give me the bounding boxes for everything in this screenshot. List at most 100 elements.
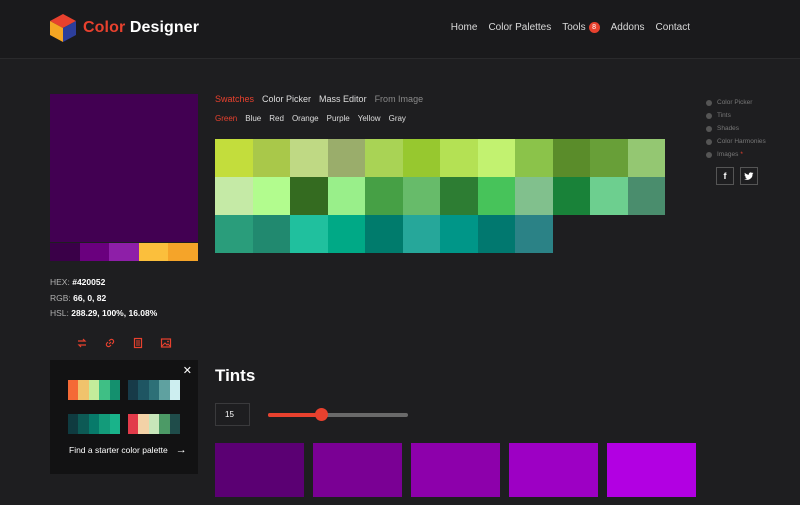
selected-shades-strip xyxy=(50,243,198,261)
selected-color-preview[interactable] xyxy=(50,94,198,242)
link-icon[interactable] xyxy=(104,336,116,348)
color-swatch[interactable] xyxy=(365,139,403,177)
tint-swatch[interactable] xyxy=(607,443,696,497)
section-label: Shades xyxy=(717,125,740,132)
palette-color xyxy=(138,414,149,434)
nav-color-palettes[interactable]: Color Palettes xyxy=(488,22,551,33)
site-header: Color Designer Home Color Palettes Tools… xyxy=(0,0,800,59)
subtab-purple[interactable]: Purple xyxy=(327,114,350,123)
color-swatch[interactable] xyxy=(290,177,328,215)
nav-tools[interactable]: Tools 8 xyxy=(562,22,600,33)
find-starter-palette-label: Find a starter color palette xyxy=(69,445,168,455)
color-swatch[interactable] xyxy=(290,215,328,253)
section-link-color-harmonies[interactable]: Color Harmonies xyxy=(706,135,766,148)
tints-slider[interactable] xyxy=(268,408,408,421)
swap-icon[interactable] xyxy=(76,336,88,348)
cube-logo-icon xyxy=(50,14,76,42)
subtab-gray[interactable]: Gray xyxy=(389,114,406,123)
tint-swatch[interactable] xyxy=(509,443,598,497)
starter-palette-2[interactable] xyxy=(128,380,181,400)
color-swatch[interactable] xyxy=(365,177,403,215)
color-swatch[interactable] xyxy=(365,215,403,253)
subtab-red[interactable]: Red xyxy=(269,114,284,123)
document-icon[interactable] xyxy=(132,336,144,349)
close-icon[interactable]: ✕ xyxy=(183,364,192,377)
color-swatch[interactable] xyxy=(627,139,665,177)
color-swatch[interactable] xyxy=(440,215,478,253)
palette-color xyxy=(99,380,110,400)
palette-color xyxy=(159,380,170,400)
tints-count-input[interactable] xyxy=(215,403,250,426)
tints-slider-handle[interactable] xyxy=(315,408,329,421)
color-swatch[interactable] xyxy=(402,139,440,177)
color-swatch[interactable] xyxy=(627,177,665,215)
facebook-icon[interactable]: f xyxy=(716,167,734,185)
section-link-images[interactable]: Images * xyxy=(706,148,766,161)
color-swatch[interactable] xyxy=(552,139,590,177)
color-swatch[interactable] xyxy=(477,177,515,215)
nav-home[interactable]: Home xyxy=(451,22,478,33)
color-swatch[interactable] xyxy=(290,139,328,177)
color-swatch[interactable] xyxy=(215,139,253,177)
tab-from-image[interactable]: From Image xyxy=(375,94,424,104)
section-link-color-picker[interactable]: Color Picker xyxy=(706,96,766,109)
subtab-blue[interactable]: Blue xyxy=(245,114,261,123)
tint-swatch[interactable] xyxy=(215,443,304,497)
color-swatch[interactable] xyxy=(477,139,515,177)
logo[interactable]: Color Designer xyxy=(49,13,199,43)
shade-swatch[interactable] xyxy=(138,243,169,261)
tab-swatches[interactable]: Swatches xyxy=(215,94,254,104)
starter-palette-4[interactable] xyxy=(128,414,181,434)
hsl-label: HSL: xyxy=(50,308,69,318)
dot-icon xyxy=(706,151,712,158)
tab-color-picker[interactable]: Color Picker xyxy=(262,94,311,104)
shade-swatch[interactable] xyxy=(109,243,139,261)
color-swatch[interactable] xyxy=(215,215,253,253)
color-swatch[interactable] xyxy=(327,215,365,253)
starter-palette-3[interactable] xyxy=(68,414,121,434)
color-swatch[interactable] xyxy=(440,177,478,215)
section-link-shades[interactable]: Shades xyxy=(706,122,766,135)
color-swatch[interactable] xyxy=(590,139,628,177)
palette-color xyxy=(99,414,110,434)
nav-addons[interactable]: Addons xyxy=(611,22,645,33)
color-swatch[interactable] xyxy=(252,177,290,215)
section-nav: Color Picker Tints Shades Color Harmonie… xyxy=(706,96,766,161)
find-starter-palette-link[interactable]: Find a starter color palette → xyxy=(69,444,187,456)
shade-swatch[interactable] xyxy=(50,243,80,261)
tab-mass-editor[interactable]: Mass Editor xyxy=(319,94,367,104)
section-link-tints[interactable]: Tints xyxy=(706,109,766,122)
color-swatch[interactable] xyxy=(477,215,515,253)
color-swatch[interactable] xyxy=(590,177,628,215)
tint-swatch[interactable] xyxy=(313,443,402,497)
hex-value[interactable]: #420052 xyxy=(72,277,105,287)
shade-swatch[interactable] xyxy=(79,243,110,261)
color-swatch[interactable] xyxy=(515,177,553,215)
color-swatch[interactable] xyxy=(515,139,553,177)
nav-contact[interactable]: Contact xyxy=(656,22,690,33)
rgb-value[interactable]: 66, 0, 82 xyxy=(73,293,106,303)
color-swatch[interactable] xyxy=(252,215,290,253)
main-nav: Home Color Palettes Tools 8 Addons Contac… xyxy=(440,22,690,33)
tint-swatch[interactable] xyxy=(411,443,500,497)
subtab-orange[interactable]: Orange xyxy=(292,114,319,123)
color-swatch[interactable] xyxy=(402,215,440,253)
color-swatch[interactable] xyxy=(440,139,478,177)
subtab-green[interactable]: Green xyxy=(215,114,237,123)
color-swatch[interactable] xyxy=(252,139,290,177)
starter-palette-1[interactable] xyxy=(68,380,121,400)
color-swatch[interactable] xyxy=(402,177,440,215)
color-swatch[interactable] xyxy=(515,215,553,253)
twitter-icon[interactable] xyxy=(740,167,758,185)
image-icon[interactable] xyxy=(160,336,172,348)
hsl-value[interactable]: 288.29, 100%, 16.08% xyxy=(71,308,157,318)
dot-icon xyxy=(706,138,712,145)
palette-color xyxy=(159,414,170,434)
shade-swatch[interactable] xyxy=(168,243,198,261)
color-swatch[interactable] xyxy=(327,139,365,177)
color-swatch[interactable] xyxy=(327,177,365,215)
subtab-yellow[interactable]: Yellow xyxy=(358,114,381,123)
color-swatch[interactable] xyxy=(215,177,253,215)
color-swatch[interactable] xyxy=(552,177,590,215)
palette-color xyxy=(68,414,79,434)
